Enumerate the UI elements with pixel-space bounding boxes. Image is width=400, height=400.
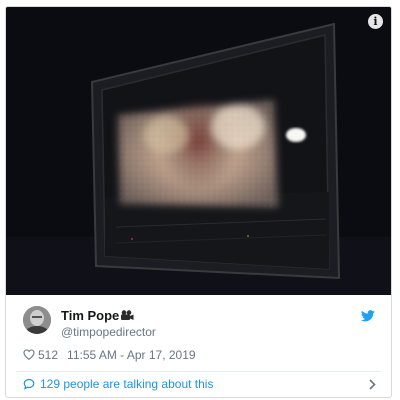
conversation-text: 129 people are talking about this (40, 377, 214, 391)
like-count[interactable]: 512 (38, 348, 58, 362)
tweet-meta: 512 11:55 AM - Apr 17, 2019 (23, 348, 196, 366)
tweet-author: Tim Pope @timpopedirector (23, 306, 383, 342)
embedded-tweet-card: i Tim Pope @timpopedirector 512 11:55 AM… (5, 6, 392, 398)
movie-camera-icon (121, 310, 134, 320)
tweet-photo[interactable]: i (6, 7, 391, 295)
twitter-bird-icon[interactable] (361, 310, 375, 322)
avatar[interactable] (23, 306, 51, 334)
info-icon[interactable]: i (368, 14, 383, 29)
chevron-right-icon (369, 379, 376, 390)
tweet-timestamp[interactable]: 11:55 AM - Apr 17, 2019 (67, 348, 196, 362)
avatar-image (23, 306, 51, 334)
author-name[interactable]: Tim Pope (61, 308, 134, 323)
conversation-link[interactable]: 129 people are talking about this (6, 372, 391, 396)
speech-bubble-icon (23, 378, 35, 390)
author-handle[interactable]: @timpopedirector (61, 325, 156, 339)
author-name-text: Tim Pope (61, 308, 120, 323)
heart-icon[interactable] (23, 349, 35, 360)
photo-image (6, 7, 391, 295)
